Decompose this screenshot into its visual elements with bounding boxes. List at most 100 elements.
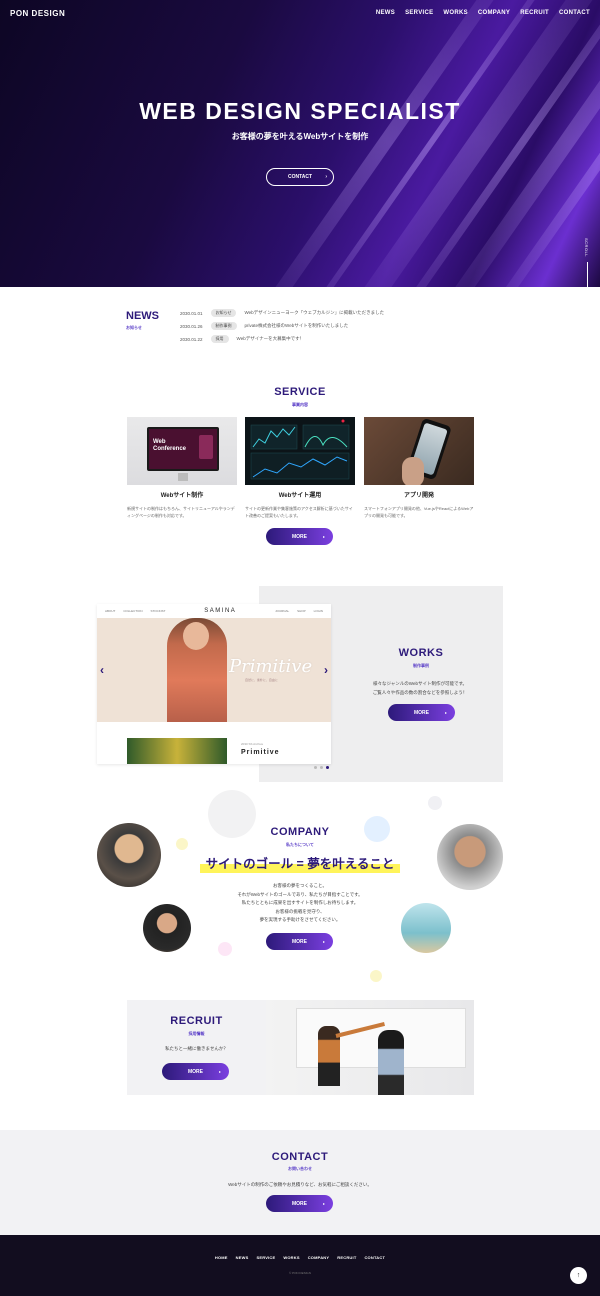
works-description: 様々なジャンルのWebサイト制作が可能です。 ご覧人々や作品の数の割合などを参照… bbox=[340, 679, 500, 697]
model-face bbox=[183, 622, 209, 650]
slider-dots bbox=[314, 766, 329, 769]
works-subheading: 制作事例 bbox=[413, 663, 429, 668]
service-subheading: 事業内容 bbox=[292, 402, 308, 407]
shot-nav: ABOUT COLLECTION STOCKIST SAMINA JOURNAL… bbox=[97, 604, 331, 618]
service-card[interactable]: Webサイト運用 サイトの更新作業や集客施策のアクセス解析に基づいたサイト改善の… bbox=[245, 417, 355, 519]
company-body: お客様の夢をつくること。 それがWebサイトのゴールであり、私たちが目指すことで… bbox=[0, 882, 600, 925]
slider-prev-icon[interactable]: ‹ bbox=[100, 663, 104, 677]
footer-nav-news[interactable]: NEWS bbox=[236, 1255, 249, 1260]
company-body-line: お客様の挑戦を見守り、 bbox=[275, 908, 325, 914]
news-item[interactable]: 2030.01.01 お知らせ Webデザインニューヨーク「ウェブカルジン」に掲… bbox=[180, 309, 384, 317]
service-card[interactable]: アプリ開発 スマートフォンアプリ開発の他、Vue.jsやReactによるWebア… bbox=[364, 417, 474, 519]
news-text: private株式会社様のWebサイトを制作いたしました bbox=[244, 323, 349, 328]
nav-contact[interactable]: CONTACT bbox=[559, 10, 590, 16]
more-label: MORE bbox=[188, 1068, 203, 1075]
news-item[interactable]: 2030.01.26 制作事例 private株式会社様のWebサイトを制作いた… bbox=[180, 322, 348, 330]
slider-next-icon[interactable]: › bbox=[324, 663, 328, 677]
news-tag: 採用 bbox=[210, 335, 229, 343]
scroll-indicator[interactable]: SCROLL bbox=[584, 238, 589, 257]
slider-dot[interactable] bbox=[320, 766, 323, 769]
copyright: © PON DESIGN bbox=[289, 1271, 311, 1275]
site-logo[interactable]: PON DESIGN bbox=[10, 9, 65, 18]
footer-nav-home[interactable]: HOME bbox=[215, 1255, 228, 1260]
footer-nav-works[interactable]: WORKS bbox=[283, 1255, 299, 1260]
shot-footer-image bbox=[127, 738, 227, 764]
light-streak bbox=[412, 0, 600, 287]
shot-hero: Primitive 自然に、素朴に、自由に ‹ › bbox=[97, 618, 331, 722]
back-to-top-button[interactable]: ↑ bbox=[570, 1267, 587, 1284]
monitor-stand bbox=[178, 473, 188, 481]
news-subheading: お知らせ bbox=[126, 325, 142, 330]
recruit-more-button[interactable]: MORE ▸ bbox=[162, 1063, 229, 1080]
news-tag: お知らせ bbox=[210, 309, 237, 317]
service-name: アプリ開発 bbox=[403, 493, 434, 499]
recruit-photo bbox=[266, 1000, 474, 1095]
footer-nav-company[interactable]: COMPANY bbox=[308, 1255, 330, 1260]
news-heading: NEWS bbox=[126, 310, 159, 322]
contact-subheading: お問い合わせ bbox=[288, 1166, 312, 1171]
decor-circle bbox=[370, 970, 382, 982]
monitor-decoration bbox=[199, 435, 213, 459]
footer-nav-recruit[interactable]: RECRUIT bbox=[337, 1255, 356, 1260]
footer-nav-contact[interactable]: CONTACT bbox=[364, 1255, 385, 1260]
shot-footer: 2030 SS Archive Primitive bbox=[97, 722, 331, 764]
arrow-right-icon: › bbox=[325, 174, 327, 180]
monitor-illustration: Web Conference bbox=[147, 427, 219, 471]
arrow-right-icon: ▸ bbox=[322, 1201, 325, 1206]
service-more-button[interactable]: MORE ▸ bbox=[266, 528, 333, 545]
shot-script-sub: 自然に、素朴に、自由に bbox=[245, 678, 278, 682]
nav-recruit[interactable]: RECRUIT bbox=[520, 10, 549, 16]
news-date: 2030.01.26 bbox=[180, 323, 203, 329]
company-body-line: お客様の夢をつくること。 bbox=[273, 883, 327, 888]
shot-footer-title: Primitive bbox=[241, 749, 280, 756]
service-description: スマートフォンアプリ開発の他、Vue.jsやReactによるWebアプリの開発も… bbox=[364, 506, 474, 518]
shot-nav-item: COLLECTION bbox=[123, 609, 143, 613]
company-body-line: 私たちとともに成果を出すサイトを制作しお待ちします。 bbox=[241, 900, 359, 905]
recruit-text: 私たちと一緒に働きませんか？ bbox=[165, 1046, 228, 1051]
contact-heading: CONTACT bbox=[271, 1151, 329, 1163]
service-card[interactable]: Web Conference Webサイト制作 新規サイトの制作はもちろん、サイ… bbox=[127, 417, 237, 519]
dashboard-illustration bbox=[250, 419, 350, 480]
recruit-heading: RECRUIT bbox=[170, 1015, 223, 1027]
arrow-right-icon: ▸ bbox=[218, 1069, 221, 1074]
company-subheading: 私たちについて bbox=[286, 842, 314, 847]
shot-brand: SAMINA bbox=[204, 608, 237, 614]
news-tag: 制作事例 bbox=[210, 322, 237, 330]
footer-nav-service[interactable]: SERVICE bbox=[256, 1255, 275, 1260]
nav-news[interactable]: NEWS bbox=[376, 10, 395, 16]
company-more-button[interactable]: MORE ▸ bbox=[266, 933, 333, 950]
nav-service[interactable]: SERVICE bbox=[405, 10, 433, 16]
shot-nav-item: JOURNAL bbox=[275, 609, 290, 613]
shot-nav-item: SHOP bbox=[297, 609, 306, 613]
contact-more-button[interactable]: MORE ▸ bbox=[266, 1195, 333, 1212]
arrow-right-icon: ▸ bbox=[322, 534, 325, 539]
works-slider[interactable]: ABOUT COLLECTION STOCKIST SAMINA JOURNAL… bbox=[97, 604, 331, 764]
arrow-up-icon: ↑ bbox=[576, 1272, 581, 1279]
shot-nav-left: ABOUT COLLECTION STOCKIST bbox=[105, 609, 165, 613]
hero-contact-label: CONTACT bbox=[287, 174, 313, 180]
more-label: MORE bbox=[414, 709, 429, 716]
slider-dot[interactable] bbox=[314, 766, 317, 769]
company-body-line: それがWebサイトのゴールであり、私たちが目指すことです。 bbox=[237, 891, 363, 897]
global-nav: NEWS SERVICE WORKS COMPANY RECRUIT CONTA… bbox=[376, 10, 590, 16]
company-heading: COMPANY bbox=[270, 826, 330, 838]
service-image-web-production: Web Conference bbox=[127, 417, 237, 485]
arrow-right-icon: ▸ bbox=[444, 710, 447, 715]
decor-circle bbox=[428, 796, 442, 810]
hand-illustration bbox=[402, 457, 424, 485]
works-description-line: 様々なジャンルのWebサイト制作が可能です。 bbox=[373, 681, 467, 686]
hero-title: WEB DESIGN SPECIALIST bbox=[139, 98, 461, 124]
service-description: 新規サイトの制作はもちろん、サイトリニューアルやランディングページの制作も対応で… bbox=[127, 506, 235, 518]
service-name: Webサイト運用 bbox=[278, 493, 322, 499]
recruit-subheading: 採用情報 bbox=[188, 1031, 205, 1036]
hero-subtitle: お客様の夢を叶えるWebサイトを制作 bbox=[231, 132, 369, 141]
contact-text: Webサイトの制作のご依頼やお見積りなど、お気軽にご相談ください。 bbox=[228, 1182, 372, 1187]
hero-contact-button[interactable]: CONTACT › bbox=[266, 168, 334, 186]
nav-company[interactable]: COMPANY bbox=[478, 10, 510, 16]
scroll-line bbox=[587, 262, 588, 287]
news-item[interactable]: 2030.01.22 採用 Webデザイナーを大募集中です！ bbox=[180, 335, 304, 343]
more-label: MORE bbox=[292, 533, 307, 540]
works-more-button[interactable]: MORE ▸ bbox=[388, 704, 455, 721]
slider-dot-active[interactable] bbox=[326, 766, 329, 769]
nav-works[interactable]: WORKS bbox=[443, 10, 468, 16]
